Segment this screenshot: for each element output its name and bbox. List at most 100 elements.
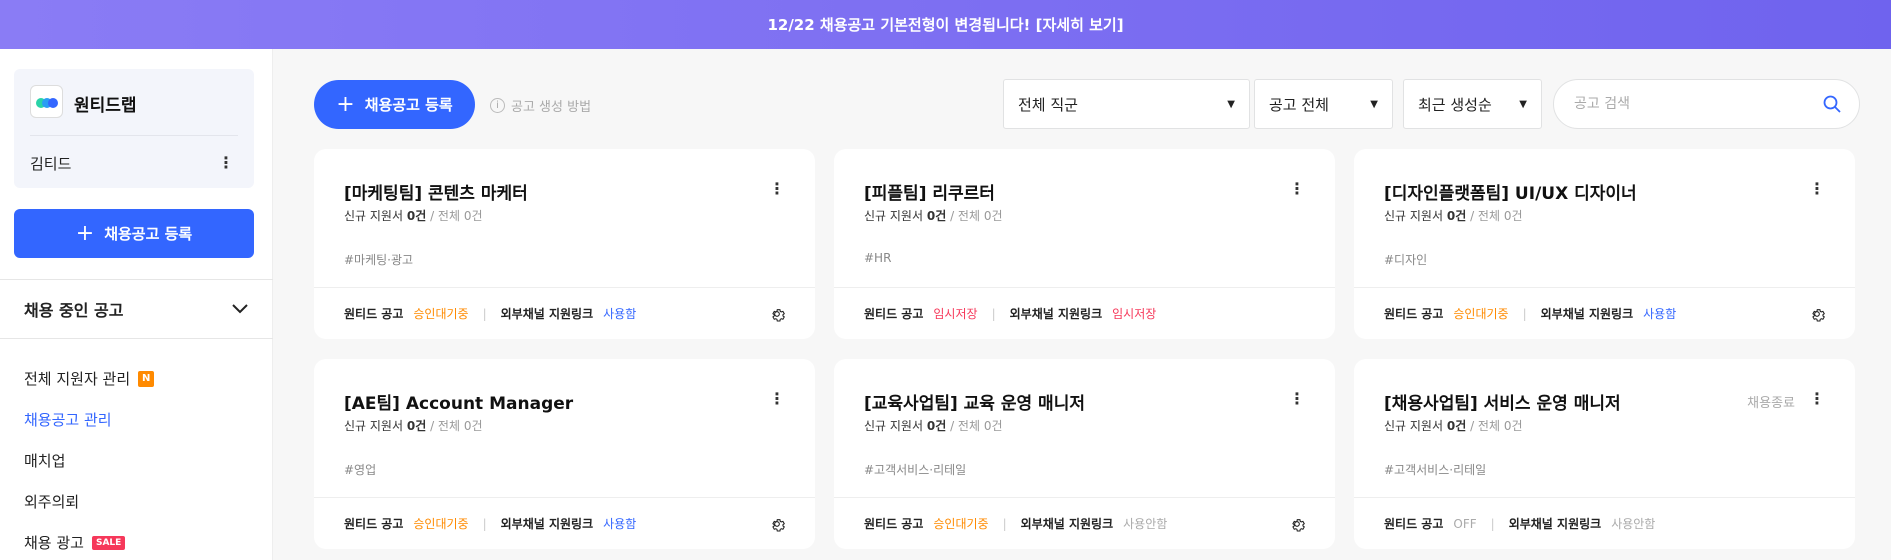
caret-down-icon: ▼ [1519, 98, 1527, 110]
card-footer: 원티드 공고 OFF | 외부채널 지원링크 사용안함 [1354, 497, 1855, 549]
company-card: 원티드랩 김티드 ⋮ [14, 69, 254, 188]
register-job-label: 채용공고 등록 [364, 96, 453, 114]
new-applicants-label: 신규 지원서 [1384, 209, 1444, 223]
applicant-counts: 신규 지원서 0건 / 전체 0건 [1384, 417, 1523, 434]
external-link-status: 임시저장 [1112, 307, 1157, 321]
job-category-select[interactable]: 전체 직군 ▼ [1003, 79, 1250, 129]
new-applicant-count: 0건 [406, 419, 427, 433]
gear-icon[interactable] [769, 516, 785, 532]
external-link-label: 외부채널 지원링크 [1020, 517, 1114, 531]
job-title[interactable]: [채용사업팀] 서비스 운영 매니저 [1384, 389, 1621, 414]
post-status-select[interactable]: 공고 전체 ▼ [1254, 79, 1393, 129]
sidebar-register-button[interactable]: + 채용공고 등록 [14, 209, 254, 258]
card-footer: 원티드 공고 임시저장 | 외부채널 지원링크 임시저장 [834, 287, 1335, 339]
external-link-label: 외부채널 지원링크 [500, 517, 594, 531]
wanted-post-status: 임시저장 [933, 307, 978, 321]
job-tag: #디자인 [1384, 253, 1428, 267]
company-name: 원티드랩 [74, 96, 137, 116]
info-icon: i [490, 98, 505, 113]
wanted-post-status: 승인대기중 [413, 307, 469, 321]
sidebar-item-label: 채용공고 관리 [24, 411, 112, 429]
more-vertical-icon[interactable]: ⋮ [1809, 179, 1825, 198]
wanted-post-label: 원티드 공고 [864, 307, 924, 321]
sidebar-item-job-posts[interactable]: 채용공고 관리 [24, 409, 112, 430]
more-vertical-icon[interactable]: ⋮ [1289, 389, 1305, 408]
new-applicant-count: 0건 [406, 209, 427, 223]
more-vertical-icon[interactable]: ⋮ [769, 179, 785, 198]
job-title[interactable]: [AE팀] Account Manager [344, 389, 573, 414]
company-logo [30, 85, 63, 118]
job-tag: #영업 [344, 463, 377, 477]
gear-icon[interactable] [1809, 306, 1825, 322]
sidebar-item-matchup[interactable]: 매치업 [24, 450, 65, 471]
sidebar-item-ads[interactable]: 채용 광고 SALE [24, 532, 126, 553]
select-value: 공고 전체 [1269, 95, 1329, 114]
gear-icon[interactable] [1289, 516, 1305, 532]
job-tag: #마케팅·광고 [344, 253, 414, 267]
applicant-counts: 신규 지원서 0건 / 전체 0건 [864, 207, 1003, 224]
job-post-card[interactable]: [마케팅팀] 콘텐츠 마케터 ⋮ 신규 지원서 0건 / 전체 0건 #마케팅·… [314, 149, 815, 339]
gear-icon[interactable] [769, 306, 785, 322]
new-applicant-count: 0건 [1446, 419, 1467, 433]
job-post-card[interactable]: [교육사업팀] 교육 운영 매니저 ⋮ 신규 지원서 0건 / 전체 0건 #고… [834, 359, 1335, 549]
applicant-counts: 신규 지원서 0건 / 전체 0건 [344, 417, 483, 434]
card-footer: 원티드 공고 승인대기중 | 외부채널 지원링크 사용함 [1354, 287, 1855, 339]
job-title[interactable]: [교육사업팀] 교육 운영 매니저 [864, 389, 1085, 414]
job-post-card[interactable]: [채용사업팀] 서비스 운영 매니저 채용종료 ⋮ 신규 지원서 0건 / 전체… [1354, 359, 1855, 549]
divider: | [482, 516, 487, 531]
user-name: 김티드 [30, 155, 72, 173]
job-post-card[interactable]: [피플팀] 리쿠르터 ⋮ 신규 지원서 0건 / 전체 0건 #HR 원티드 공… [834, 149, 1335, 339]
more-vertical-icon[interactable]: ⋮ [1809, 389, 1825, 408]
card-footer: 원티드 공고 승인대기중 | 외부채널 지원링크 사용함 [314, 287, 815, 339]
sidebar-item-outsourcing[interactable]: 외주의뢰 [24, 491, 79, 512]
new-applicants-label: 신규 지원서 [1384, 419, 1444, 433]
job-post-card[interactable]: [AE팀] Account Manager ⋮ 신규 지원서 0건 / 전체 0… [314, 359, 815, 549]
plus-icon: + [336, 92, 355, 117]
section-toggle[interactable]: 채용 중인 공고 [24, 297, 248, 321]
plus-icon: + [75, 221, 95, 246]
announcement-banner[interactable]: 12/22 채용공고 기본전형이 변경됩니다! [자세히 보기] [0, 0, 1891, 49]
more-vertical-icon[interactable]: ⋮ [1289, 179, 1305, 198]
sidebar: 원티드랩 김티드 ⋮ + 채용공고 등록 채용 중인 공고 전체 지원자 관리 … [0, 49, 273, 560]
job-title[interactable]: [피플팀] 리쿠르터 [864, 179, 995, 204]
help-text: 공고 생성 방법 [511, 100, 592, 115]
total-applicant-count: / 전체 0건 [430, 209, 483, 223]
divider: | [991, 306, 996, 321]
more-vertical-icon[interactable]: ⋮ [218, 153, 234, 172]
help-link[interactable]: i 공고 생성 방법 [490, 96, 591, 115]
more-vertical-icon[interactable]: ⋮ [769, 389, 785, 408]
job-title[interactable]: [마케팅팀] 콘텐츠 마케터 [344, 179, 528, 204]
chevron-down-icon [232, 304, 248, 314]
external-link-label: 외부채널 지원링크 [1540, 307, 1634, 321]
wanted-post-status: OFF [1453, 516, 1477, 531]
sidebar-item-applicants[interactable]: 전체 지원자 관리 N [24, 368, 155, 389]
select-value: 전체 직군 [1018, 95, 1078, 114]
job-tag: #HR [864, 251, 892, 265]
card-footer: 원티드 공고 승인대기중 | 외부채널 지원링크 사용안함 [834, 497, 1335, 549]
banner-text[interactable]: 12/22 채용공고 기본전형이 변경됩니다! [자세히 보기] [767, 14, 1123, 35]
sidebar-item-label: 매치업 [24, 452, 66, 470]
new-applicant-count: 0건 [926, 419, 947, 433]
section-title: 채용 중인 공고 [24, 301, 124, 320]
external-link-status: 사용함 [603, 517, 637, 531]
new-applicant-count: 0건 [1446, 209, 1467, 223]
search-input[interactable] [1574, 96, 1794, 112]
closed-status: 채용종료 [1747, 396, 1795, 411]
divider [30, 135, 238, 136]
search-icon[interactable] [1823, 95, 1841, 113]
register-job-button[interactable]: + 채용공고 등록 [314, 80, 475, 129]
divider: | [482, 306, 487, 321]
wanted-post-status: 승인대기중 [413, 517, 469, 531]
select-value: 최근 생성순 [1418, 95, 1492, 114]
new-applicant-count: 0건 [926, 209, 947, 223]
new-applicants-label: 신규 지원서 [344, 209, 404, 223]
job-title[interactable]: [디자인플랫폼팀] UI/UX 디자이너 [1384, 179, 1637, 204]
job-post-card[interactable]: [디자인플랫폼팀] UI/UX 디자이너 ⋮ 신규 지원서 0건 / 전체 0건… [1354, 149, 1855, 339]
applicant-counts: 신규 지원서 0건 / 전체 0건 [344, 207, 483, 224]
sort-select[interactable]: 최근 생성순 ▼ [1403, 79, 1542, 129]
job-tag: #고객서비스·리테일 [864, 463, 967, 477]
divider: | [1522, 306, 1527, 321]
external-link-status: 사용함 [1643, 307, 1677, 321]
external-link-label: 외부채널 지원링크 [1508, 517, 1602, 531]
applicant-counts: 신규 지원서 0건 / 전체 0건 [864, 417, 1003, 434]
